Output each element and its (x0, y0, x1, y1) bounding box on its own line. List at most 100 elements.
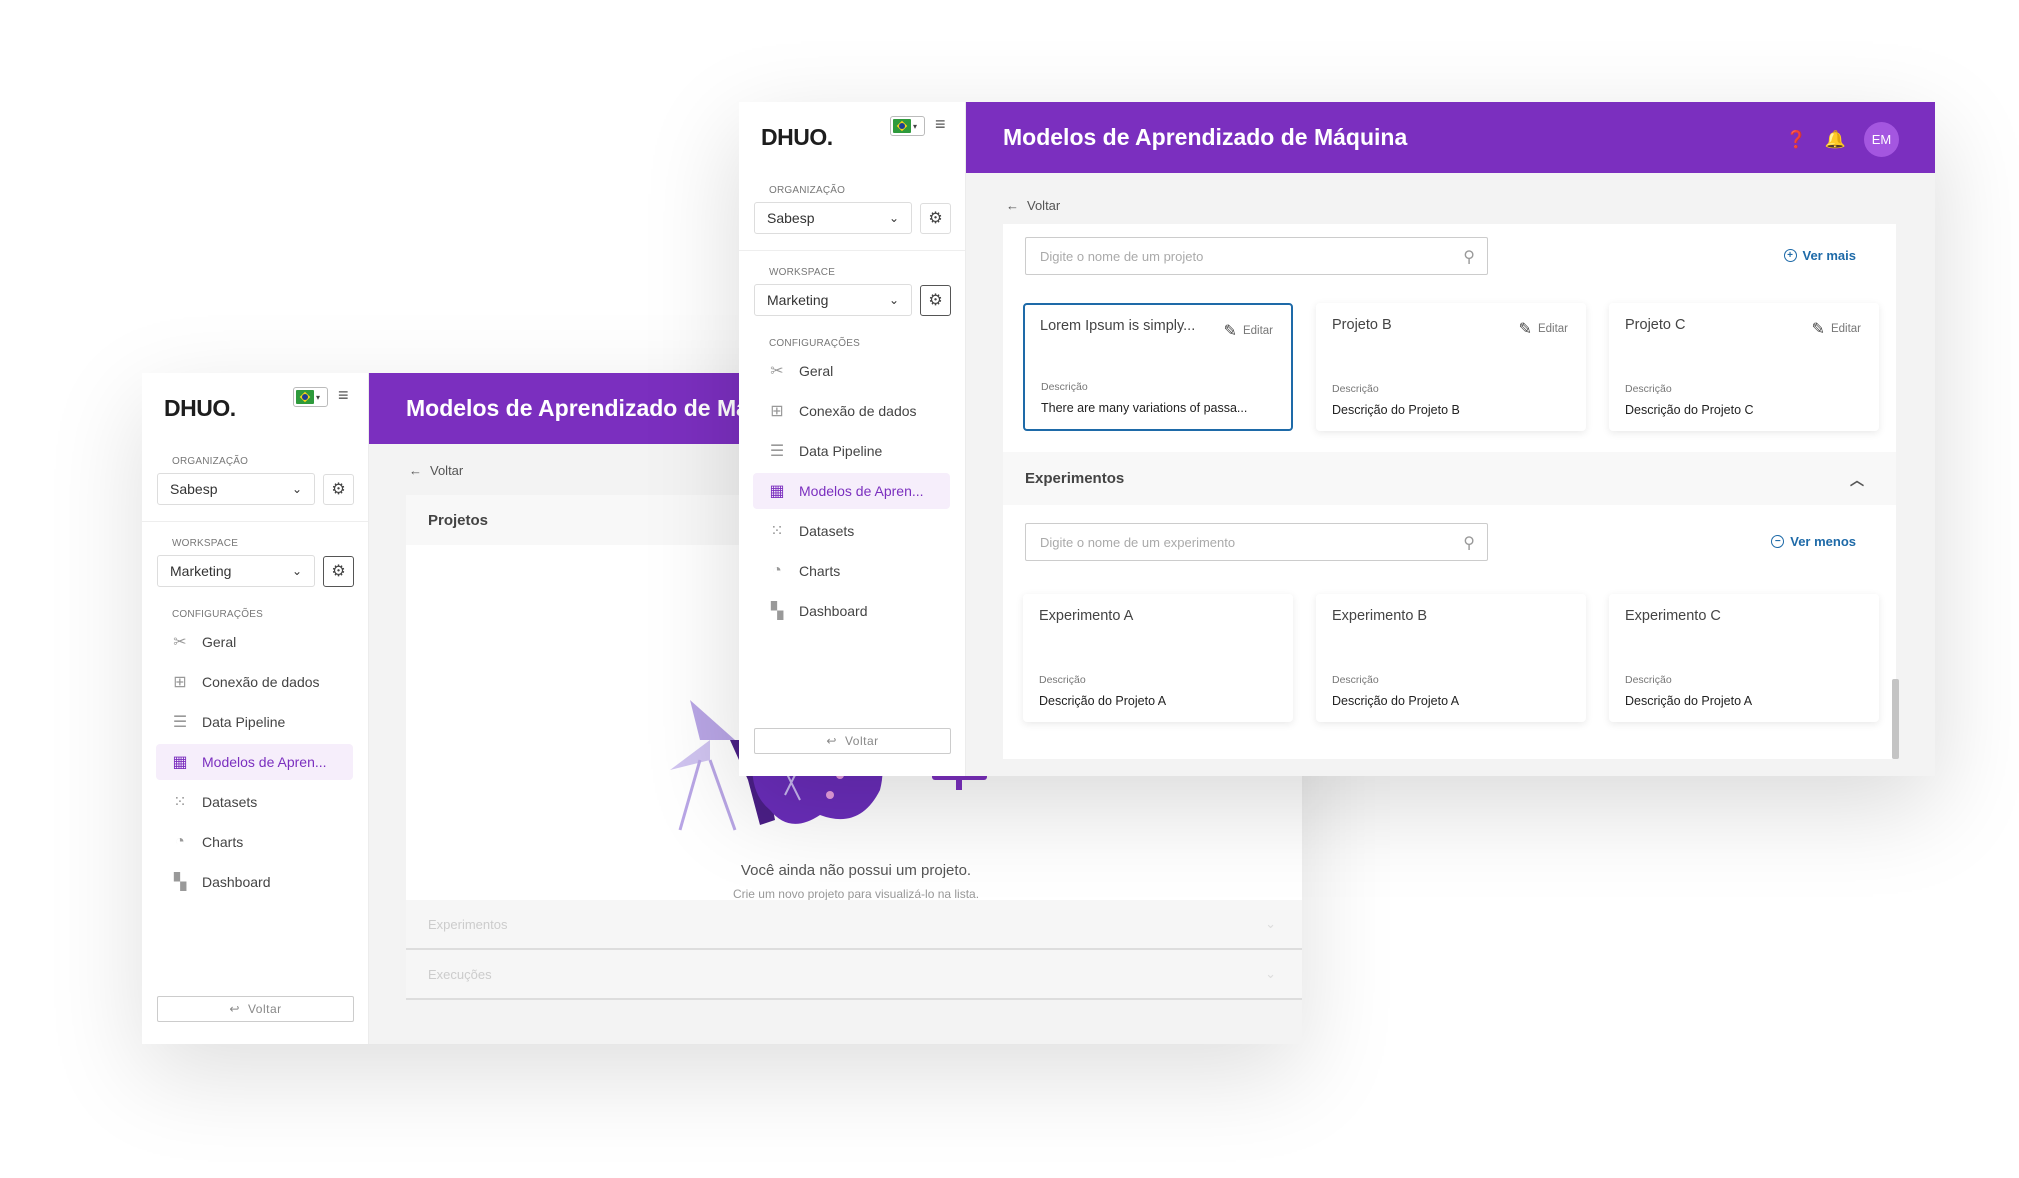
sidebar-item-pipeline[interactable]: ☰ Data Pipeline (156, 704, 353, 740)
card-title: Experimento C (1625, 608, 1721, 624)
description-label: Descrição (1625, 674, 1672, 686)
configurations-label: CONFIGURAÇÕES (172, 609, 263, 620)
experiment-card[interactable]: Experimento B Descrição Descrição do Pro… (1316, 594, 1586, 722)
sidebar-item-label: Modelos de Apren... (202, 754, 327, 770)
card-title: Experimento B (1332, 608, 1428, 624)
empty-state-subtitle: Crie um novo projeto para visualizá-lo n… (732, 887, 980, 901)
sidebar-header: DHUO. ▾ ≡ (739, 102, 965, 173)
voltar-link[interactable]: ← Voltar (1006, 198, 1060, 213)
sidebar-item-modelos[interactable]: ▦ Modelos de Apren... (753, 473, 950, 509)
sidebar-item-geral[interactable]: ✂ Geral (156, 624, 353, 660)
dhuo-logo: DHUO. (164, 395, 236, 421)
organization-select[interactable]: Sabesp ⌄ (157, 473, 315, 505)
sidebar-item-label: Charts (799, 563, 841, 579)
arrow-left-icon: ← (1006, 198, 1019, 213)
gear-icon: ⚙ (928, 210, 943, 227)
datasets-icon: ⁙ (770, 523, 784, 540)
sidebar-item-label: Geral (202, 634, 237, 650)
pencil-icon: ✎ (1518, 321, 1532, 338)
dashboard-icon: ▚ (173, 874, 187, 891)
workspace-value: Marketing (170, 563, 232, 579)
project-card[interactable]: Projeto C ✎ Editar Descrição Descrição do… (1609, 303, 1879, 431)
sidebar-item-geral[interactable]: ✂ Geral (753, 353, 950, 389)
section-label: Experimentos (428, 916, 508, 932)
gear-icon: ⚙ (331, 563, 346, 580)
pipeline-icon: ☰ (769, 443, 785, 460)
sidebar-item-label: Modelos de Apren... (799, 483, 924, 499)
sidebar-header: DHUO. ▾ ≡ (142, 373, 368, 444)
experiment-card[interactable]: Experimento C Descrição Descrição do Pro… (1609, 594, 1879, 722)
project-card[interactable]: Projeto B ✎ Editar Descrição Descrição do… (1316, 303, 1586, 431)
ver-mais-link[interactable]: + Ver mais (1783, 248, 1856, 263)
sidebar-item-pipeline[interactable]: ☰ Data Pipeline (753, 433, 950, 469)
sidebar-nav: ✂ Geral ⊞ Conexão de dados ☰ Data Pipeline … (142, 624, 368, 900)
empty-state-title: Você ainda não possui um projeto. (740, 862, 972, 879)
voltar-label: Voltar (430, 463, 464, 478)
experiment-card[interactable]: Experimento A Descrição Descrição do Pro… (1023, 594, 1293, 722)
collapse-menu-icon[interactable]: ≡ (935, 114, 946, 135)
description-label: Descrição (1625, 383, 1672, 395)
workspace-settings-button[interactable]: ⚙ (920, 284, 951, 316)
edit-button[interactable]: ✎ Editar (1224, 321, 1273, 341)
experiments-section-header[interactable]: Experimentos ︿ (1003, 452, 1896, 505)
organization-settings-button[interactable]: ⚙ (323, 473, 354, 505)
language-flag-selector[interactable]: ▾ (890, 116, 925, 136)
sidebar-item-dashboard[interactable]: ▚ Dashboard (753, 593, 950, 629)
workspace-select[interactable]: Marketing ⌄ (157, 555, 315, 587)
card-title: Experimento A (1039, 608, 1134, 624)
divider (142, 521, 368, 522)
brazil-flag-icon (296, 390, 314, 404)
chevron-up-icon[interactable]: ︿ (1850, 470, 1864, 490)
edit-button[interactable]: ✎ Editar (1519, 319, 1568, 339)
sidebar-item-datasets[interactable]: ⁙ Datasets (156, 784, 353, 820)
page-title-text: Modelos de Aprendizado de Máquina (1003, 124, 1408, 150)
chart-pie-icon: ◔ (772, 562, 782, 579)
project-card[interactable]: Lorem Ipsum is simply... ✎ Editar Descriç… (1023, 303, 1293, 431)
description-value: Descrição do Projeto A (1332, 694, 1460, 708)
organization-select[interactable]: Sabesp ⌄ (754, 202, 912, 234)
voltar-label: Voltar (1027, 198, 1061, 213)
workspace-settings-button[interactable]: ⚙ (323, 555, 354, 587)
minus-circle-icon: − (1771, 535, 1785, 548)
return-icon: ↩ (229, 1002, 240, 1016)
dhuo-logo: DHUO. (761, 124, 833, 150)
front-window: DHUO. ▾ ≡ ORGANIZAÇÃO Sabesp ⌄ ⚙ WORKSPAC… (739, 102, 1935, 776)
sidebar-item-dashboard[interactable]: ▚ Dashboard (156, 864, 353, 900)
data-connection-icon: ⊞ (770, 403, 784, 420)
experiments-section-collapsed[interactable]: Experimentos ⌄ (406, 900, 1302, 950)
illustration-chair (708, 759, 737, 831)
ver-menos-label: Ver menos (1790, 534, 1856, 549)
sidebar-item-datasets[interactable]: ⁙ Datasets (753, 513, 950, 549)
organization-settings-button[interactable]: ⚙ (920, 202, 951, 234)
edit-button[interactable]: ✎ Editar (1812, 319, 1861, 339)
sidebar-item-modelos[interactable]: ▦ Modelos de Apren... (156, 744, 353, 780)
gear-icon: ⚙ (331, 481, 346, 498)
help-icon[interactable]: ❓ (1786, 130, 1807, 150)
language-flag-selector[interactable]: ▾ (293, 387, 328, 407)
sidebar-item-charts[interactable]: ◔ Charts (753, 553, 950, 589)
collapse-menu-icon[interactable]: ≡ (338, 385, 349, 406)
organization-value: Sabesp (767, 210, 815, 226)
voltar-link[interactable]: ← Voltar (409, 463, 463, 478)
executions-section-collapsed[interactable]: Execuções ⌄ (406, 950, 1302, 1000)
brazil-flag-icon (893, 119, 911, 133)
topbar-actions: ❓ 🔔 EM (1786, 122, 1899, 157)
pipeline-icon: ☰ (172, 714, 188, 731)
description-label: Descrição (1332, 383, 1379, 395)
sidebar-back-button[interactable]: ↩ Voltar (754, 728, 951, 754)
project-search-input[interactable]: Digite o nome de um projeto ⚲ (1025, 237, 1488, 275)
sidebar-item-label: Datasets (202, 794, 258, 810)
edit-label: Editar (1537, 323, 1568, 335)
sidebar-item-conexao[interactable]: ⊞ Conexão de dados (156, 664, 353, 700)
sidebar-item-charts[interactable]: ◔ Charts (156, 824, 353, 860)
experiment-search-input[interactable]: Digite o nome de um experimento ⚲ (1025, 523, 1488, 561)
notification-bell-icon[interactable]: 🔔 (1825, 130, 1846, 150)
sidebar-back-button[interactable]: ↩ Voltar (157, 996, 354, 1022)
avatar[interactable]: EM (1864, 122, 1899, 157)
workspace-select[interactable]: Marketing ⌄ (754, 284, 912, 316)
ver-menos-link[interactable]: − Ver menos (1771, 534, 1856, 549)
sidebar-item-conexao[interactable]: ⊞ Conexão de dados (753, 393, 950, 429)
scrollbar[interactable] (1892, 679, 1899, 759)
search-icon: ⚲ (1463, 535, 1475, 552)
description-value: Descrição do Projeto A (1625, 694, 1753, 708)
